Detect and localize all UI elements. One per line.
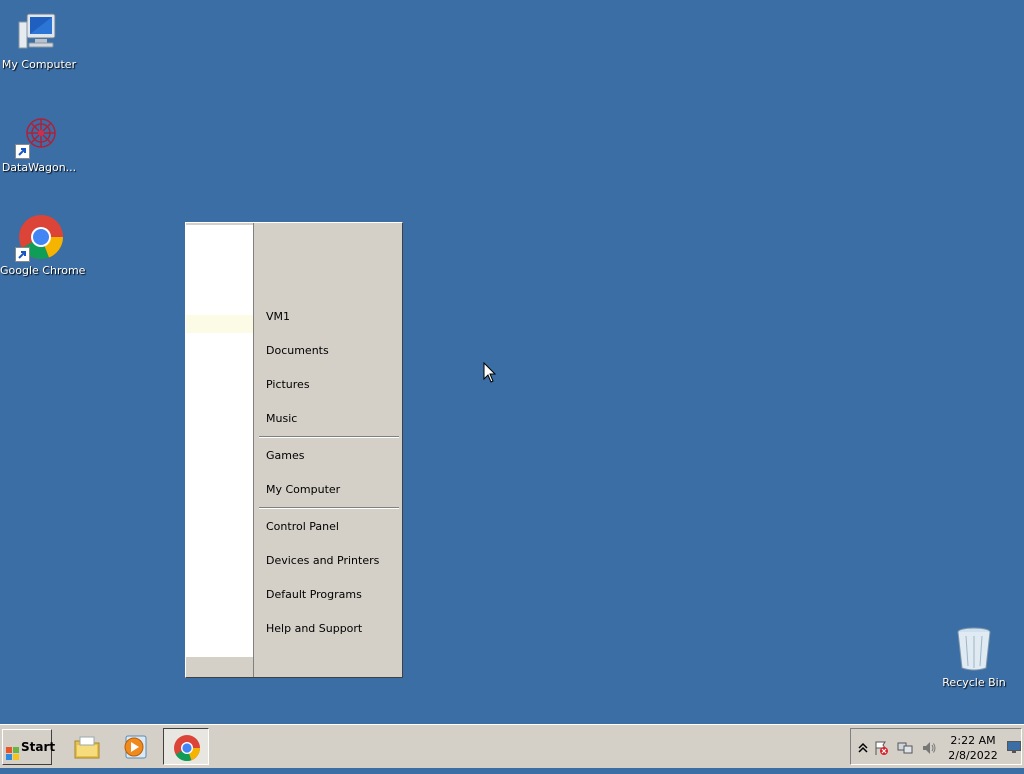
- start-menu-places-pane: VM1 Documents Pictures Music Games My Co…: [255, 223, 402, 677]
- recycle-bin-icon: [950, 626, 998, 674]
- desktop-icon-label: My Computer: [1, 58, 77, 71]
- desktop-icon-label: Recycle Bin: [942, 676, 1006, 689]
- desktop-icon-datawagon[interactable]: DataWagon...: [0, 111, 78, 174]
- start-menu-item-games[interactable]: Games: [266, 446, 304, 466]
- chrome-icon: [173, 734, 201, 762]
- start-menu: VM1 Documents Pictures Music Games My Co…: [185, 222, 403, 678]
- menu-separator: [259, 436, 399, 438]
- taskbar-chrome-button[interactable]: [163, 728, 209, 765]
- taskbar: Start 2:22 AM 2/8/2022: [0, 724, 1024, 768]
- show-desktop-icon[interactable]: [1007, 741, 1021, 753]
- start-menu-item-my-computer[interactable]: My Computer: [266, 480, 340, 500]
- notification-area: 2:22 AM 2/8/2022: [850, 728, 1022, 765]
- desktop-icon-my-computer[interactable]: My Computer: [0, 8, 78, 71]
- network-icon[interactable]: [897, 740, 913, 756]
- start-menu-item-pictures[interactable]: Pictures: [266, 375, 310, 395]
- file-explorer-icon: [73, 733, 101, 761]
- chrome-icon: [15, 214, 63, 262]
- start-menu-item-help-and-support[interactable]: Help and Support: [266, 619, 362, 639]
- desktop-icon-label: Google Chrome: [0, 264, 86, 277]
- menu-separator: [259, 507, 399, 509]
- windows-logo-icon: [6, 740, 20, 760]
- start-button-label: Start: [21, 740, 56, 754]
- datawagon-icon: [15, 111, 63, 159]
- desktop-icon-recycle-bin[interactable]: Recycle Bin: [935, 626, 1013, 689]
- desktop-icon-label: DataWagon...: [1, 161, 77, 174]
- start-menu-all-programs-area[interactable]: [186, 657, 253, 677]
- start-menu-highlight: [186, 315, 253, 333]
- taskbar-media-player-button[interactable]: [112, 728, 158, 765]
- start-menu-item-documents[interactable]: Documents: [266, 341, 329, 361]
- taskbar-clock[interactable]: 2:22 AM 2/8/2022: [943, 733, 1003, 763]
- start-menu-programs-pane: [186, 225, 253, 657]
- action-center-flag-icon[interactable]: [873, 740, 889, 756]
- media-player-icon: [121, 733, 149, 761]
- desktop-icon-google-chrome[interactable]: Google Chrome: [0, 214, 86, 277]
- start-menu-divider: [253, 223, 254, 677]
- start-menu-item-music[interactable]: Music: [266, 409, 297, 429]
- mouse-cursor-icon: [483, 361, 497, 384]
- shortcut-arrow-icon: [15, 144, 30, 159]
- start-menu-item-default-programs[interactable]: Default Programs: [266, 585, 362, 605]
- show-hidden-icons-icon[interactable]: [855, 740, 871, 756]
- shortcut-arrow-icon: [15, 247, 30, 262]
- start-menu-item-vm1[interactable]: VM1: [266, 307, 290, 327]
- clock-date: 2/8/2022: [948, 749, 998, 762]
- volume-icon[interactable]: [921, 740, 937, 756]
- taskbar-file-explorer-button[interactable]: [64, 728, 110, 765]
- computer-icon: [15, 8, 63, 56]
- start-menu-item-devices-and-printers[interactable]: Devices and Printers: [266, 551, 379, 571]
- start-menu-item-control-panel[interactable]: Control Panel: [266, 517, 339, 537]
- clock-time: 2:22 AM: [950, 734, 996, 747]
- start-button[interactable]: Start: [2, 729, 56, 765]
